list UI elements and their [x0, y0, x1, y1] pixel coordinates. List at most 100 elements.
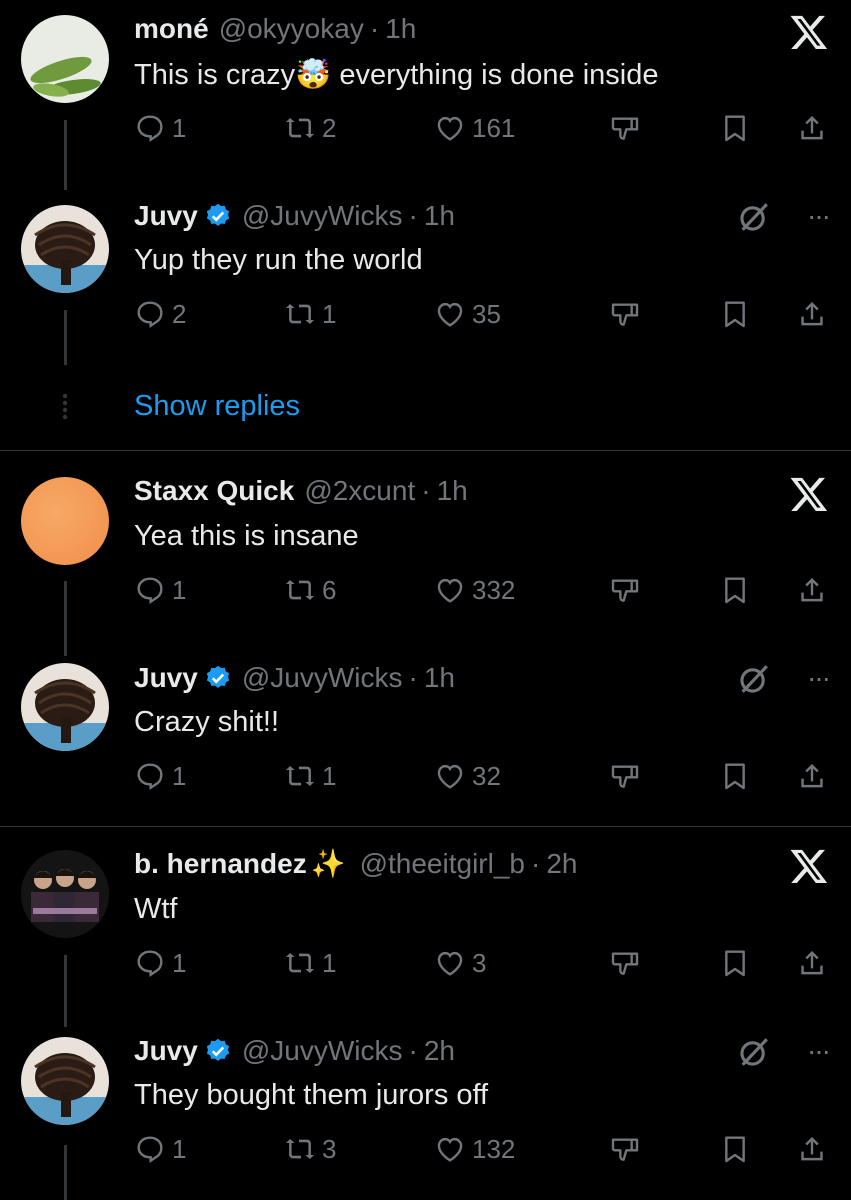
reply-button[interactable]: 1 [134, 947, 186, 979]
show-replies-link[interactable]: Show replies [134, 390, 300, 423]
repost-icon [284, 574, 316, 606]
like-button[interactable]: 332 [434, 574, 515, 606]
bookmark-button[interactable] [719, 1133, 751, 1165]
exploding-head-emoji: 🤯 [295, 59, 332, 91]
avatar-staxx-quick[interactable] [21, 477, 109, 565]
reply-icon [134, 574, 166, 606]
username[interactable]: @JuvyWicks [242, 200, 403, 232]
repost-button[interactable]: 2 [284, 112, 336, 144]
reply-button[interactable]: 2 [134, 298, 186, 330]
avatar-juvy[interactable] [21, 663, 109, 751]
bookmark-button[interactable] [719, 298, 751, 330]
display-name[interactable]: Juvy [134, 662, 198, 694]
username[interactable]: @2xcunt [304, 475, 415, 507]
thread-line [64, 955, 67, 1027]
repost-button[interactable]: 1 [284, 760, 336, 792]
display-name[interactable]: Staxx Quick [134, 475, 294, 507]
like-button[interactable]: 32 [434, 760, 501, 792]
grok-icon[interactable] [737, 1035, 771, 1069]
share-icon [796, 947, 828, 979]
tweet-actions: 1 3 132 [134, 1133, 834, 1173]
share-button[interactable] [796, 1133, 828, 1165]
tweet-text-part: everything is done inside [339, 59, 659, 91]
x-logo-icon[interactable] [789, 846, 829, 886]
avatar-mone[interactable] [21, 15, 109, 103]
reply-button[interactable]: 1 [134, 574, 186, 606]
username[interactable]: @JuvyWicks [242, 1035, 403, 1067]
like-button[interactable]: 132 [434, 1133, 515, 1165]
repost-button[interactable]: 6 [284, 574, 336, 606]
display-name[interactable]: Juvy [134, 1035, 198, 1067]
timestamp[interactable]: 1h [437, 475, 468, 507]
like-button[interactable]: 161 [434, 112, 515, 144]
dislike-icon [609, 574, 641, 606]
reply-count: 1 [172, 574, 187, 605]
share-button[interactable] [796, 760, 828, 792]
like-button[interactable]: 3 [434, 947, 486, 979]
tweet-text: Yup they run the world [134, 244, 423, 276]
reply-icon [134, 112, 166, 144]
like-count: 32 [472, 760, 501, 791]
thread-3: b. hernandez ✨ @theeitgirl_b · 2h Wtf 1 … [0, 827, 851, 1200]
timestamp[interactable]: 1h [424, 200, 455, 232]
bookmark-button[interactable] [719, 574, 751, 606]
share-button[interactable] [796, 298, 828, 330]
avatar-juvy[interactable] [21, 1037, 109, 1125]
username[interactable]: @JuvyWicks [242, 662, 403, 694]
username[interactable]: @theeitgirl_b [360, 848, 525, 880]
x-logo-icon[interactable] [789, 12, 829, 52]
like-button[interactable]: 35 [434, 298, 501, 330]
like-count: 332 [472, 574, 516, 605]
reply-icon [134, 760, 166, 792]
repost-button[interactable]: 3 [284, 1133, 336, 1165]
display-name[interactable]: moné [134, 13, 209, 45]
username[interactable]: @okyyokay [219, 13, 364, 45]
timestamp[interactable]: 1h [385, 13, 416, 45]
dislike-button[interactable] [609, 947, 641, 979]
repost-button[interactable]: 1 [284, 298, 336, 330]
timestamp[interactable]: 1h [424, 662, 455, 694]
bookmark-button[interactable] [719, 947, 751, 979]
tweet-header: Juvy @JuvyWicks · 1h [134, 662, 455, 694]
like-count: 132 [472, 1133, 516, 1164]
thread-1: moné @okyyokay · 1h This is crazy🤯 every… [0, 0, 851, 450]
avatar-juvy[interactable] [21, 205, 109, 293]
tweet-actions: 1 2 161 [134, 112, 834, 152]
share-button[interactable] [796, 112, 828, 144]
reply-button[interactable]: 1 [134, 1133, 186, 1165]
reply-count: 2 [172, 298, 187, 329]
more-options-button[interactable]: ··· [807, 1035, 831, 1067]
timestamp[interactable]: 2h [546, 848, 577, 880]
dislike-button[interactable] [609, 298, 641, 330]
thread-continuation-dots [62, 393, 68, 420]
timestamp[interactable]: 2h [424, 1035, 455, 1067]
tweet-header: moné @okyyokay · 1h [134, 13, 416, 45]
bookmark-button[interactable] [719, 112, 751, 144]
dislike-button[interactable] [609, 1133, 641, 1165]
dislike-button[interactable] [609, 760, 641, 792]
share-button[interactable] [796, 947, 828, 979]
share-icon [796, 1133, 828, 1165]
avatar-b-hernandez[interactable] [21, 850, 109, 938]
more-options-button[interactable]: ··· [807, 662, 831, 694]
like-icon [434, 760, 466, 792]
dislike-button[interactable] [609, 112, 641, 144]
thread-2: Staxx Quick @2xcunt · 1h Yea this is ins… [0, 451, 851, 826]
bookmark-icon [719, 112, 751, 144]
grok-icon[interactable] [737, 200, 771, 234]
bookmark-button[interactable] [719, 760, 751, 792]
display-name[interactable]: b. hernandez [134, 848, 307, 880]
tweet-header: Staxx Quick @2xcunt · 1h [134, 475, 468, 507]
grok-icon[interactable] [737, 662, 771, 696]
share-icon [796, 298, 828, 330]
more-options-button[interactable]: ··· [807, 200, 831, 232]
repost-button[interactable]: 1 [284, 947, 336, 979]
x-logo-icon[interactable] [789, 474, 829, 514]
separator-dot: · [369, 13, 380, 44]
thread-line [64, 1145, 67, 1200]
reply-button[interactable]: 1 [134, 112, 186, 144]
dislike-button[interactable] [609, 574, 641, 606]
reply-button[interactable]: 1 [134, 760, 186, 792]
share-button[interactable] [796, 574, 828, 606]
display-name[interactable]: Juvy [134, 200, 198, 232]
